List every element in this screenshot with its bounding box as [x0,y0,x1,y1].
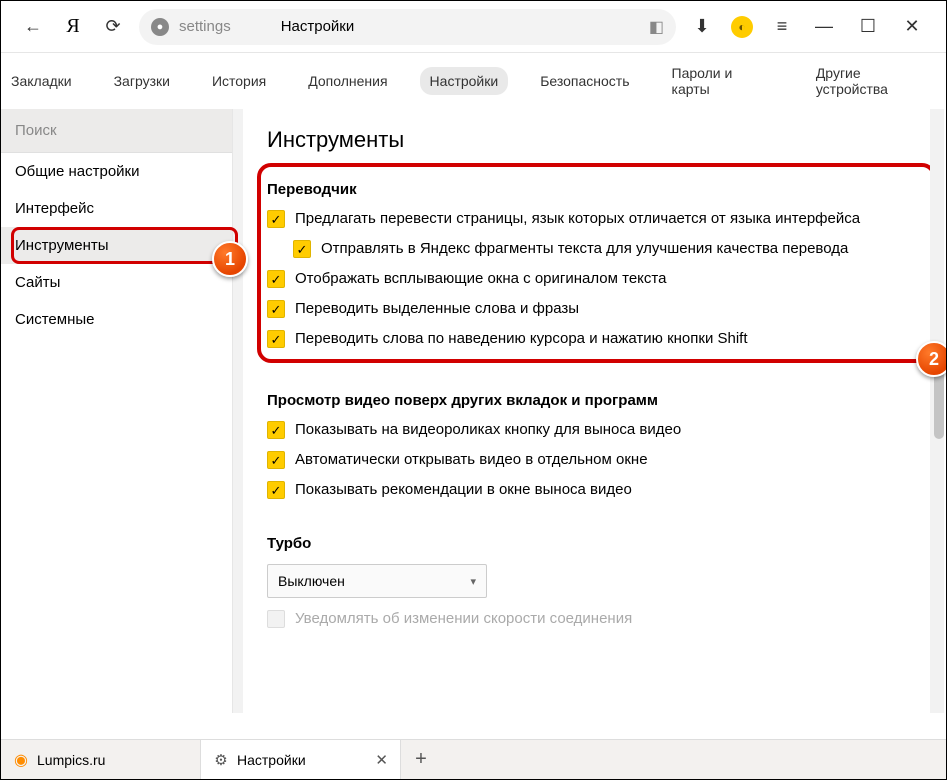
yandex-logo[interactable]: Я [55,9,91,45]
checkbox-icon[interactable] [267,451,285,469]
nav-passwords[interactable]: Пароли и карты [662,59,784,103]
video-options: Показывать на видеороликах кнопку для вы… [267,421,922,499]
sidebar-item-general[interactable]: Общие настройки [1,153,232,190]
address-host: settings [179,18,231,35]
opt-send-fragments[interactable]: Отправлять в Яндекс фрагменты текста для… [293,240,922,258]
section-translator-title: Переводчик [267,181,922,198]
nav-settings[interactable]: Настройки [420,67,509,95]
annotation-callout-1: 1 [212,241,248,277]
window-maximize[interactable]: ☐ [848,16,888,37]
opt-translate-suggest[interactable]: Предлагать перевести страницы, язык кото… [267,210,922,228]
checkbox-icon [267,610,285,628]
sidebar-item-interface[interactable]: Интерфейс [1,190,232,227]
annotation-callout-2: 2 [916,341,946,377]
shield-icon: ◐ [731,16,753,38]
nav-security[interactable]: Безопасность [530,67,639,95]
checkbox-icon[interactable] [267,300,285,318]
globe-icon: ● [151,18,169,36]
settings-sidebar: Поиск Общие настройки Интерфейс Инструме… [1,109,233,713]
checkbox-icon[interactable] [267,210,285,228]
protect-button[interactable]: ◐ [724,9,760,45]
checkbox-icon[interactable] [267,270,285,288]
nav-downloads[interactable]: Загрузки [104,67,180,95]
reload-button[interactable]: ⟳ [95,9,131,45]
checkbox-icon[interactable] [267,481,285,499]
translator-options: Предлагать перевести страницы, язык кото… [267,210,922,348]
page-title: Инструменты [267,127,922,153]
sidebar-item-tools[interactable]: Инструменты [1,227,232,264]
window-minimize[interactable]: — [804,16,844,37]
address-bar[interactable]: ● settings Настройки ◧ [139,9,676,45]
sidebar-item-system[interactable]: Системные [1,301,232,338]
sidebar-item-sites[interactable]: Сайты [1,264,232,301]
opt-video-pip-button[interactable]: Показывать на видеороликах кнопку для вы… [267,421,922,439]
tab-label: Настройки [237,752,306,768]
bookmark-icon[interactable]: ◧ [649,17,664,37]
back-button[interactable]: ← [15,9,51,45]
opt-translate-hover-shift[interactable]: Переводить слова по наведению курсора и … [267,330,922,348]
checkbox-icon[interactable] [267,421,285,439]
browser-toolbar: ← Я ⟳ ● settings Настройки ◧ ⬇ ◐ ≡ — ☐ ✕ [1,1,946,53]
opt-translate-selection[interactable]: Переводить выделенные слова и фразы [267,300,922,318]
nav-history[interactable]: История [202,67,276,95]
settings-nav: Закладки Загрузки История Дополнения Нас… [1,53,946,109]
turbo-select-value: Выключен [278,573,345,589]
downloads-button[interactable]: ⬇ [684,9,720,45]
opt-turbo-notify: Уведомлять об изменении скорости соедине… [267,610,922,628]
search-placeholder: Поиск [15,122,57,139]
address-title: Настройки [281,18,355,35]
section-video-title: Просмотр видео поверх других вкладок и п… [267,392,922,409]
section-turbo-title: Турбо [267,535,922,552]
checkbox-icon[interactable] [267,330,285,348]
menu-button[interactable]: ≡ [764,9,800,45]
opt-video-recommend[interactable]: Показывать рекомендации в окне выноса ви… [267,481,922,499]
tab-lumpics[interactable]: ◉ Lumpics.ru [1,740,201,779]
sidebar-search[interactable]: Поиск [1,109,232,153]
turbo-select[interactable]: Выключен ▾ [267,564,487,598]
nav-addons[interactable]: Дополнения [298,67,397,95]
window-close[interactable]: ✕ [892,16,932,37]
opt-video-auto-window[interactable]: Автоматически открывать видео в отдельно… [267,451,922,469]
favicon-icon: ◉ [13,752,29,768]
nav-bookmarks[interactable]: Закладки [1,67,82,95]
tab-strip: ◉ Lumpics.ru ⚙ Настройки ✕ + [1,739,946,779]
chevron-down-icon: ▾ [470,575,476,588]
tab-label: Lumpics.ru [37,752,105,768]
gear-icon: ⚙ [213,752,229,768]
settings-content: Инструменты Переводчик Предлагать переве… [243,109,946,713]
close-tab-icon[interactable]: ✕ [375,751,388,769]
checkbox-icon[interactable] [293,240,311,258]
opt-show-original-popup[interactable]: Отображать всплывающие окна с оригиналом… [267,270,922,288]
main-area: Поиск Общие настройки Интерфейс Инструме… [1,109,946,713]
new-tab-button[interactable]: + [401,740,441,779]
nav-devices[interactable]: Другие устройства [806,59,946,103]
tab-settings[interactable]: ⚙ Настройки ✕ [201,740,401,779]
